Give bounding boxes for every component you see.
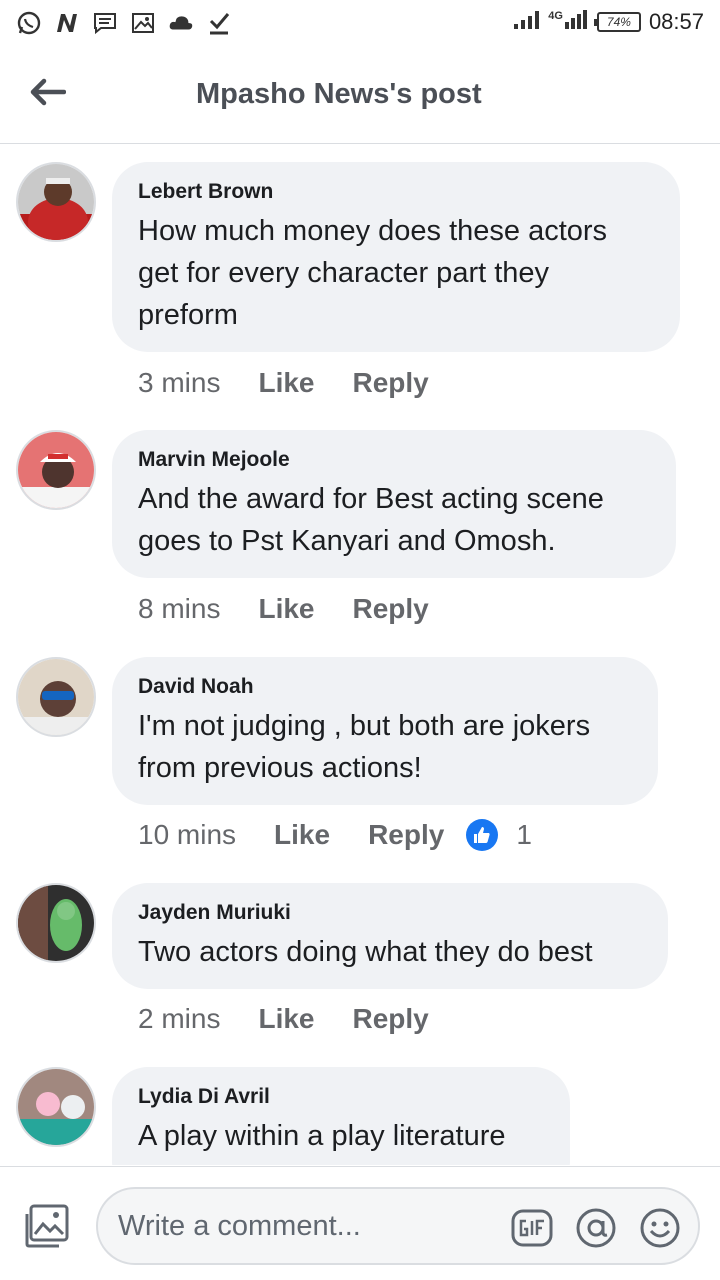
comment-author[interactable]: Jayden Muriuki (138, 901, 642, 925)
comment-bubble[interactable]: Lebert Brown How much money does these a… (112, 162, 680, 352)
comment-actions: 3 mins Like Reply (138, 367, 467, 399)
cloud-icon (168, 10, 194, 36)
comment-time: 10 mins (138, 819, 237, 850)
reply-button[interactable]: Reply (368, 819, 444, 851)
message-icon (92, 10, 118, 36)
photo-icon (25, 1204, 69, 1248)
comment-list[interactable]: Lebert Brown How much money does these a… (0, 145, 720, 1165)
gallery-icon (130, 10, 156, 36)
comment-bubble[interactable]: Lydia Di Avril A play within a play lite… (112, 1067, 570, 1165)
like-button[interactable]: Like (274, 819, 330, 851)
whatsapp-icon (16, 10, 42, 36)
comment-text: How much money does these actors get for… (138, 215, 608, 331)
avatar[interactable] (16, 883, 96, 963)
like-button[interactable]: Like (258, 1003, 314, 1035)
reply-button[interactable]: Reply (353, 1003, 429, 1035)
gif-button[interactable] (510, 1206, 554, 1250)
like-button[interactable]: Like (258, 593, 314, 625)
comment-actions: 8 mins Like Reply (138, 593, 467, 625)
reaction-count[interactable]: 1 (516, 819, 532, 851)
comment-time: 3 mins (138, 367, 221, 398)
clock: 08:57 (648, 8, 704, 34)
comment-text: And the award for Best acting scene goes… (138, 483, 604, 557)
comment-actions: 2 mins Like Reply (138, 1003, 467, 1035)
comment-text: A play within a play literature (138, 1120, 506, 1152)
page-title: Mpasho News's post (196, 78, 482, 110)
comment-author[interactable]: David Noah (138, 675, 632, 699)
avatar[interactable] (16, 1067, 96, 1147)
avatar[interactable] (16, 162, 96, 242)
emoji-icon (640, 1208, 680, 1248)
signal-icon (512, 8, 540, 35)
comment-text: Two actors doing what they do best (138, 936, 593, 968)
reply-button[interactable]: Reply (353, 593, 429, 625)
avatar[interactable] (16, 657, 96, 737)
back-button[interactable] (24, 72, 72, 112)
comment-input-box[interactable] (96, 1187, 700, 1265)
comment-input[interactable] (118, 1203, 498, 1249)
comment-bubble[interactable]: David Noah I'm not judging , but both ar… (112, 657, 658, 805)
comment-text: I'm not judging , but both are jokers fr… (138, 710, 591, 784)
comment-time: 8 mins (138, 593, 221, 624)
comment-actions: 10 mins Like Reply 1 (138, 819, 532, 851)
comment-author[interactable]: Lydia Di Avril (138, 1085, 544, 1109)
comment-author[interactable]: Marvin Mejoole (138, 448, 650, 472)
comment-author[interactable]: Lebert Brown (138, 180, 654, 204)
status-bar: 4G 74% 08:57 (0, 0, 720, 50)
at-sign-icon (576, 1208, 616, 1248)
emoji-button[interactable] (638, 1206, 682, 1250)
thumbs-up-reaction-icon[interactable] (466, 819, 499, 851)
back-arrow-icon (30, 78, 66, 106)
comment-composer (0, 1166, 720, 1280)
like-button[interactable]: Like (258, 367, 314, 399)
reply-button[interactable]: Reply (353, 367, 429, 399)
gif-icon (511, 1209, 553, 1247)
download-done-icon (206, 10, 232, 36)
signal-4g-icon (563, 8, 589, 35)
n-app-icon (54, 10, 80, 36)
photo-button[interactable] (22, 1201, 72, 1251)
battery-indicator: 74% (593, 11, 641, 32)
post-header: Mpasho News's post (0, 50, 720, 144)
network-label: 4G (548, 9, 563, 22)
comment-time: 2 mins (138, 1003, 221, 1034)
comment-bubble[interactable]: Jayden Muriuki Two actors doing what the… (112, 883, 668, 989)
avatar[interactable] (16, 430, 96, 510)
mention-button[interactable] (574, 1206, 618, 1250)
comment-bubble[interactable]: Marvin Mejoole And the award for Best ac… (112, 430, 676, 578)
